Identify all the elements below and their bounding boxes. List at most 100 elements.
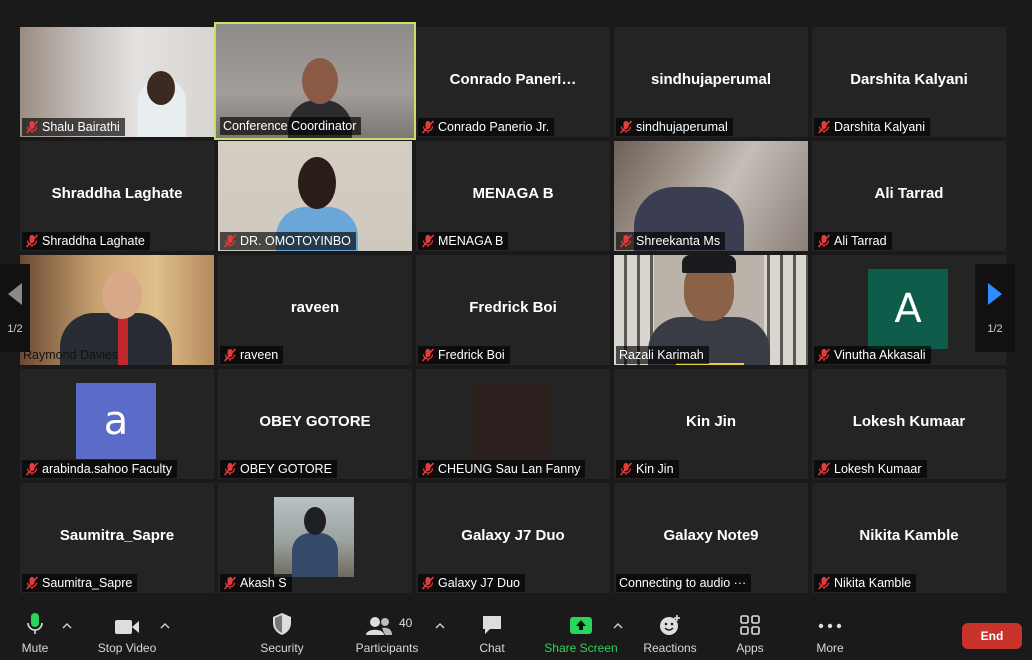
muted-mic-icon [619, 462, 633, 476]
meeting-toolbar: Mute Stop Video Security 40 Participants… [0, 604, 1032, 660]
muted-mic-icon [619, 234, 633, 248]
name-tag: Kin Jin [616, 460, 679, 478]
audio-options-caret[interactable] [61, 620, 73, 632]
participants-count: 40 [399, 616, 413, 630]
participant-tile-arabinda[interactable]: a arabinda.sahoo Faculty [20, 369, 214, 479]
video-options-caret[interactable] [159, 620, 171, 632]
participant-tile-omotoyinbo[interactable]: DR. OMOTOYINBO [218, 141, 412, 251]
stop-video-button[interactable]: Stop Video [94, 604, 160, 660]
participant-tile-menaga[interactable]: MENAGA B MENAGA B [416, 141, 610, 251]
participants-icon [366, 617, 392, 635]
name-tag: Galaxy J7 Duo [418, 574, 525, 592]
more-label: More [816, 641, 844, 655]
chevron-right-icon [988, 283, 1002, 305]
participant-avatar-image [472, 383, 550, 459]
participant-tile-cheung[interactable]: CHEUNG Sau Lan Fanny [416, 369, 610, 479]
participant-tile-nikita[interactable]: Nikita Kamble Nikita Kamble [812, 483, 1006, 593]
muted-mic-icon [25, 462, 39, 476]
video-camera-icon [115, 620, 139, 634]
participant-tile-saumitra[interactable]: Saumitra_Sapre Saumitra_Sapre [20, 483, 214, 593]
chat-bubble-icon [483, 616, 501, 634]
name-tag: Conrado Panerio Jr. [418, 118, 555, 136]
participant-tile-conference-coordinator[interactable]: Conference Coordinator [214, 22, 416, 140]
name-tag: Razali Karimah [616, 346, 709, 364]
name-tag: Vinutha Akkasali [814, 346, 931, 364]
participant-display-name: MENAGA B [472, 185, 554, 202]
name-tag: Saumitra_Sapre [22, 574, 138, 592]
chat-button[interactable]: Chat [472, 604, 512, 660]
more-button[interactable]: More [810, 604, 850, 660]
name-tag: MENAGA B [418, 232, 509, 250]
security-button[interactable]: Security [256, 604, 308, 660]
apps-button[interactable]: Apps [730, 604, 770, 660]
participant-tile-akash[interactable]: Akash S [218, 483, 412, 593]
muted-mic-icon [817, 462, 831, 476]
participant-tile-shalu[interactable]: Shalu Bairathi [20, 27, 214, 137]
end-meeting-button[interactable]: End [962, 623, 1022, 649]
participant-tile-galaxyj7[interactable]: Galaxy J7 Duo Galaxy J7 Duo [416, 483, 610, 593]
mute-button[interactable]: Mute [14, 604, 56, 660]
share-screen-button[interactable]: Share Screen [543, 604, 619, 660]
participant-head [302, 58, 338, 104]
muted-mic-icon [817, 234, 831, 248]
previous-page-button[interactable]: 1/2 [0, 264, 30, 352]
apps-icon [740, 615, 760, 635]
participant-tile-raveen[interactable]: raveen raveen [218, 255, 412, 365]
muted-mic-icon [817, 348, 831, 362]
participant-display-name: raveen [290, 299, 340, 316]
muted-mic-icon [421, 234, 435, 248]
name-tag: Ali Tarrad [814, 232, 892, 250]
shield-icon [273, 613, 291, 635]
participant-display-name: Ali Tarrad [874, 185, 944, 202]
participant-avatar: A [868, 269, 948, 349]
participant-tile-ali[interactable]: Ali Tarrad Ali Tarrad [812, 141, 1006, 251]
participant-cap [682, 255, 736, 273]
muted-mic-icon [223, 462, 237, 476]
participant-avatar-image [274, 497, 354, 577]
participant-display-name: Galaxy J7 Duo [461, 527, 565, 544]
participants-label: Participants [355, 641, 419, 655]
participant-tile-lokesh[interactable]: Lokesh Kumaar Lokesh Kumaar [812, 369, 1006, 479]
muted-mic-icon [421, 348, 435, 362]
participants-options-caret[interactable] [434, 620, 446, 632]
participant-tile-shraddha[interactable]: Shraddha Laghate Shraddha Laghate [20, 141, 214, 251]
name-tag: Nikita Kamble [814, 574, 917, 592]
next-page-button[interactable]: 1/2 [975, 264, 1015, 352]
share-screen-label: Share Screen [544, 641, 618, 655]
more-icon [818, 623, 842, 629]
participant-head [147, 71, 175, 105]
participant-avatar: a [76, 383, 156, 459]
participant-tile-fredrick[interactable]: Fredrick Boi Fredrick Boi [416, 255, 610, 365]
participant-tile-raymond[interactable]: Raymond Davies [20, 255, 214, 365]
participant-tile-conrado[interactable]: Conrado Paneri… Conrado Panerio Jr. [416, 27, 610, 137]
muted-mic-icon [223, 348, 237, 362]
participant-tile-obey[interactable]: OBEY GOTORE OBEY GOTORE [218, 369, 412, 479]
participant-tile-sindhuja[interactable]: sindhujaperumal sindhujaperumal [614, 27, 808, 137]
muted-mic-icon [223, 234, 237, 248]
participant-display-name: Conrado Paneri… [449, 71, 577, 88]
participant-tile-razali[interactable]: Razali Karimah [614, 255, 808, 365]
microphone-icon [27, 613, 43, 634]
stop-video-label: Stop Video [97, 641, 157, 655]
muted-mic-icon [421, 120, 435, 134]
name-tag: Akash S [220, 574, 292, 592]
reactions-label: Reactions [643, 641, 697, 655]
participant-tile-shreekanta[interactable]: Shreekanta Ms [614, 141, 808, 251]
chevron-left-icon [8, 283, 22, 305]
name-tag: Shreekanta Ms [616, 232, 726, 250]
participant-tile-galaxy-note9[interactable]: Galaxy Note9 Connecting to audio ··· [614, 483, 808, 593]
participant-display-name: Darshita Kalyani [850, 71, 968, 88]
muted-mic-icon [817, 576, 831, 590]
share-options-caret[interactable] [612, 620, 624, 632]
participant-tile-kin[interactable]: Kin Jin Kin Jin [614, 369, 808, 479]
participant-tile-darshita[interactable]: Darshita Kalyani Darshita Kalyani [812, 27, 1006, 137]
name-tag: Fredrick Boi [418, 346, 510, 364]
participants-button[interactable]: 40 Participants [352, 604, 422, 660]
name-tag: DR. OMOTOYINBO [220, 232, 356, 250]
page-indicator: 1/2 [7, 323, 23, 335]
reactions-button[interactable]: Reactions [641, 604, 699, 660]
chat-label: Chat [479, 641, 505, 655]
muted-mic-icon [25, 576, 39, 590]
name-tag: arabinda.sahoo Faculty [22, 460, 177, 478]
name-tag: Shalu Bairathi [22, 118, 125, 136]
